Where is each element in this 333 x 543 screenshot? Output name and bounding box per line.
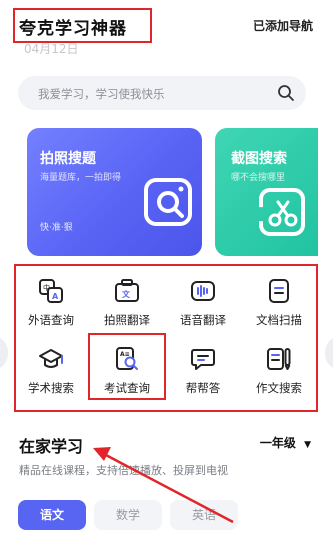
tool-label: 帮帮答 bbox=[185, 381, 221, 395]
essay-pen-icon bbox=[267, 348, 291, 370]
document-scan-icon bbox=[269, 279, 289, 303]
tool-document-scan[interactable]: 文档扫描 bbox=[241, 278, 317, 340]
tab-math[interactable]: 数学 bbox=[94, 500, 162, 530]
section-subtitle: 精品在线课程，支持倍速播放、投屏到电视 bbox=[19, 464, 228, 477]
camera-scan-icon bbox=[144, 178, 192, 226]
search-placeholder: 我爱学习，学习使我快乐 bbox=[38, 87, 165, 101]
photo-search-tag: 快·准·狠 bbox=[40, 223, 73, 233]
carousel-right-handle[interactable] bbox=[325, 336, 333, 370]
carousel-left-handle[interactable] bbox=[0, 336, 8, 370]
tool-label: 作文搜索 bbox=[256, 381, 302, 395]
tool-voice-translate[interactable]: 语音翻译 bbox=[165, 278, 241, 340]
tool-label: 文档扫描 bbox=[256, 313, 302, 327]
tool-photo-translate[interactable]: 文 拍照翻译 bbox=[89, 278, 165, 340]
svg-text:文: 文 bbox=[122, 289, 131, 299]
tab-english[interactable]: 英语 bbox=[170, 500, 238, 530]
grade-selector[interactable]: 一年级 ▼ bbox=[260, 434, 311, 451]
photo-search-card[interactable]: 拍照搜题 海量题库，一拍即得 快·准·狠 bbox=[27, 128, 202, 256]
annotation-title-box bbox=[13, 8, 152, 43]
photo-search-title: 拍照搜题 bbox=[40, 151, 96, 167]
voice-wave-icon bbox=[191, 281, 215, 301]
tool-help-answer[interactable]: 帮帮答 bbox=[165, 346, 241, 408]
tab-chinese[interactable]: 语文 bbox=[18, 500, 86, 530]
tool-essay-search[interactable]: 作文搜索 bbox=[241, 346, 317, 408]
graduation-cap-icon bbox=[39, 349, 63, 368]
section-title: 在家学习 bbox=[19, 437, 84, 456]
tool-foreign-language[interactable]: 中 A 外语查询 bbox=[13, 278, 89, 340]
translate-icon: 中 A bbox=[39, 279, 63, 303]
camera-translate-icon: 文 bbox=[115, 279, 139, 302]
screenshot-search-card[interactable]: 截图搜索 哪不会搜哪里 bbox=[215, 128, 318, 256]
added-nav-link[interactable]: 已添加导航 bbox=[253, 17, 313, 34]
scissors-icon bbox=[259, 188, 305, 236]
tool-label: 学术搜索 bbox=[28, 381, 74, 395]
screenshot-search-subtitle: 哪不会搜哪里 bbox=[231, 173, 286, 183]
tool-academic-search[interactable]: 学术搜索 bbox=[13, 346, 89, 408]
photo-search-subtitle: 海量题库，一拍即得 bbox=[40, 173, 122, 183]
screenshot-search-title: 截图搜索 bbox=[231, 151, 287, 167]
search-bar[interactable]: 我爱学习，学习使我快乐 bbox=[18, 76, 306, 110]
grade-label: 一年级 bbox=[259, 436, 296, 450]
tool-label: 拍照翻译 bbox=[104, 313, 150, 327]
tool-label: 外语查询 bbox=[28, 313, 74, 327]
search-icon[interactable] bbox=[277, 84, 295, 102]
annotation-exam-box bbox=[88, 333, 166, 400]
svg-text:A: A bbox=[52, 292, 59, 301]
caret-down-icon: ▼ bbox=[304, 440, 311, 450]
chat-bubble-icon bbox=[191, 349, 215, 370]
tool-label: 语音翻译 bbox=[180, 313, 226, 327]
svg-text:中: 中 bbox=[43, 283, 50, 292]
